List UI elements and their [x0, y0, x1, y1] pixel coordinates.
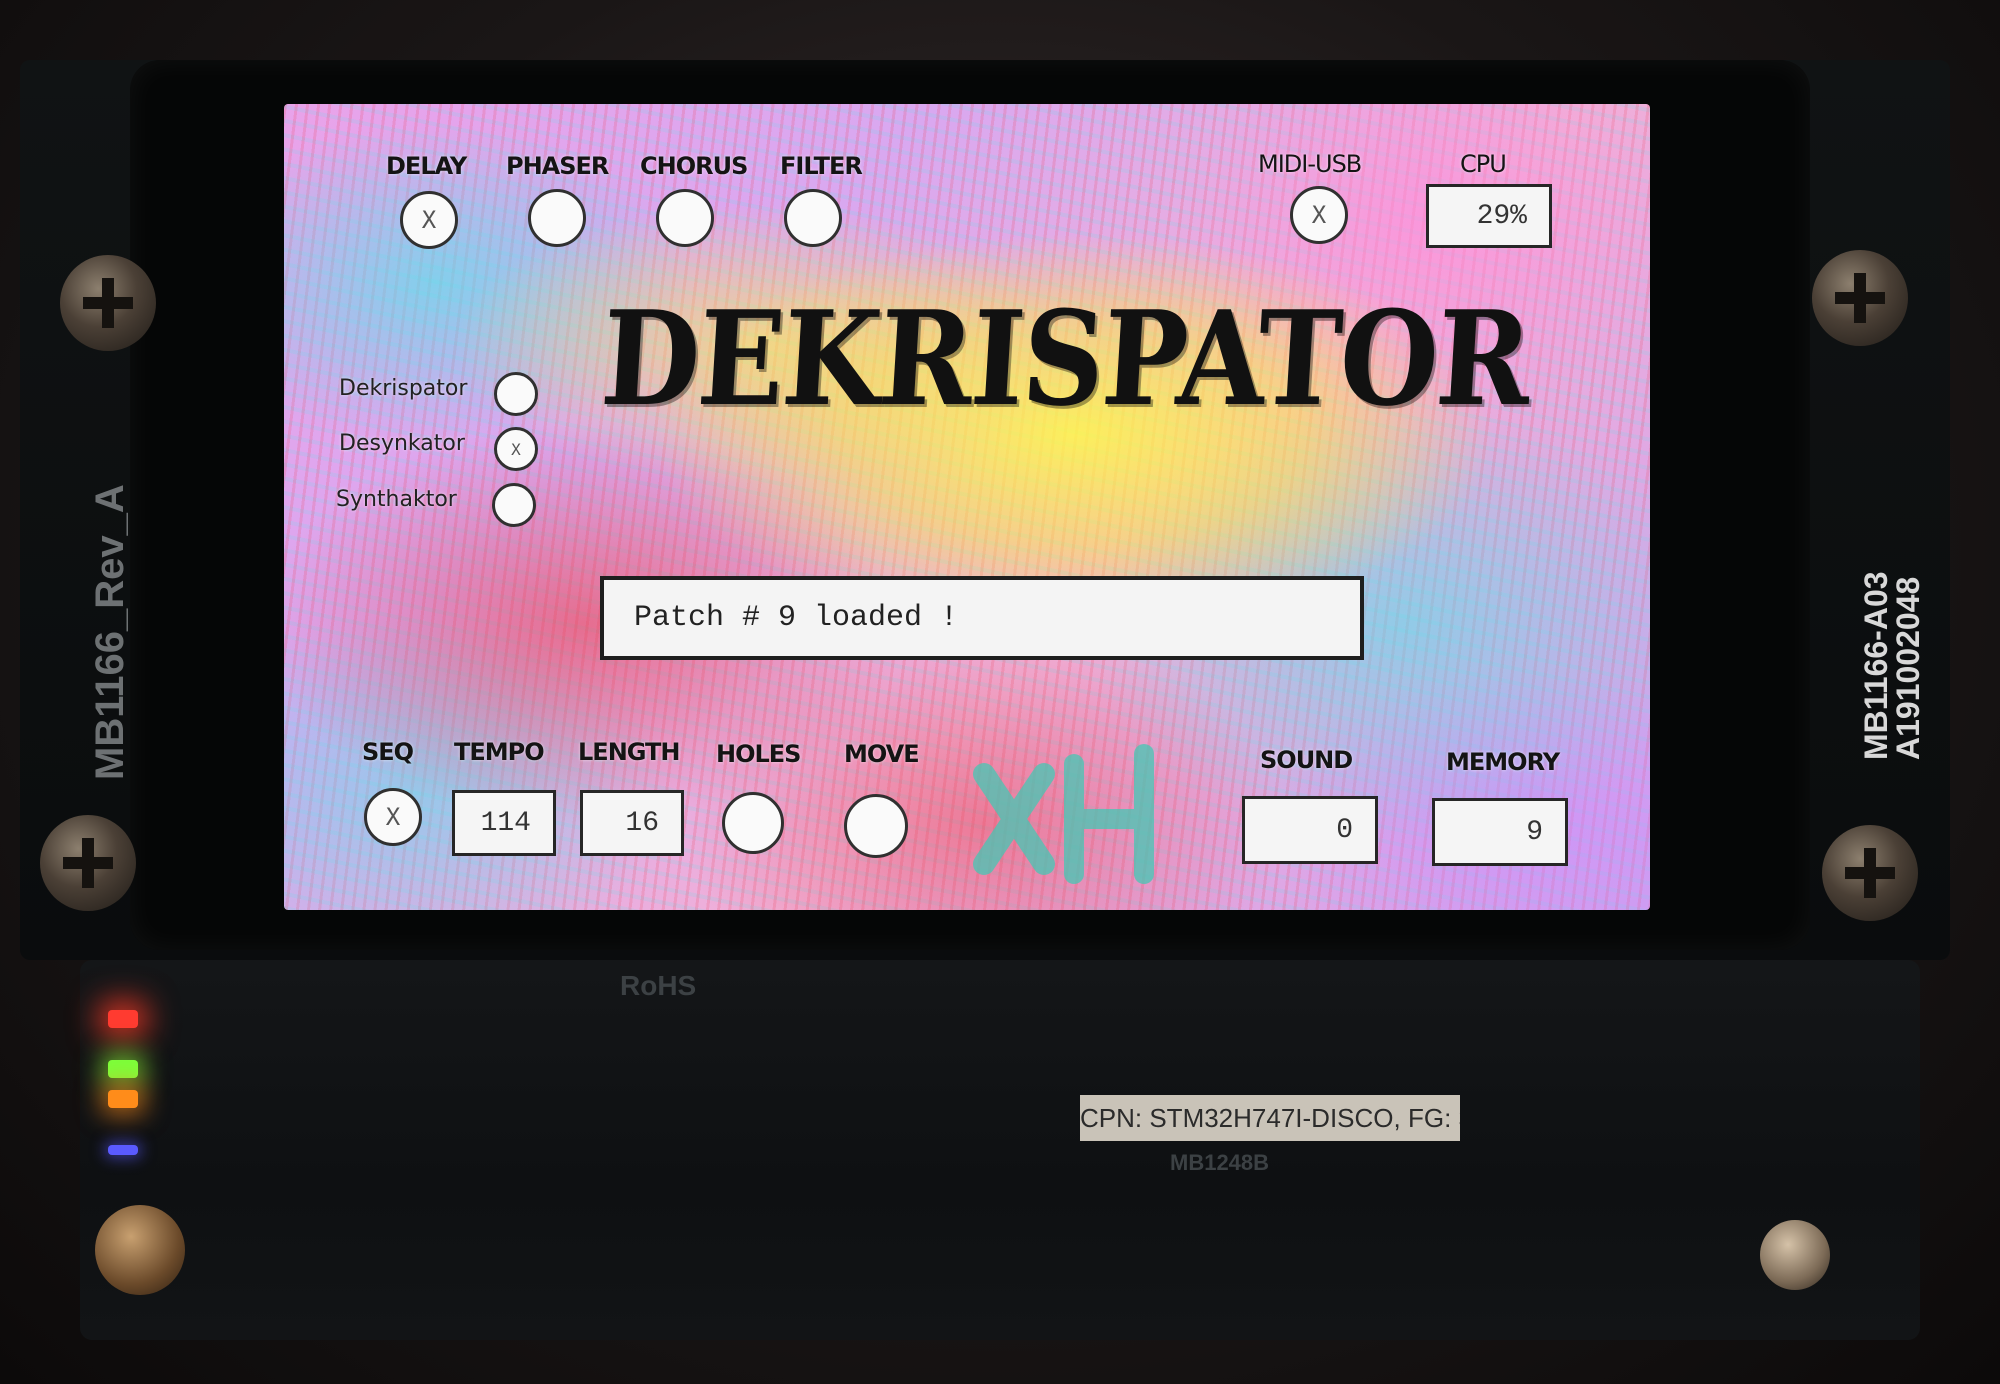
led-green: [108, 1060, 138, 1078]
filter-toggle[interactable]: [784, 189, 842, 247]
board-silk-left: MB1166_Rev_A: [88, 484, 132, 780]
led-red: [108, 1010, 138, 1028]
mode-radio-desynkator[interactable]: X: [494, 427, 538, 471]
move-toggle[interactable]: [844, 794, 908, 858]
pcb-code: MB1248B: [1170, 1150, 1270, 1175]
sound-value[interactable]: 0: [1242, 796, 1378, 864]
cpu-readout: 29%: [1426, 184, 1552, 248]
pcb-board: RoHS CPN: STM32H747I-DISCO, FG: 32H747ID…: [80, 960, 1920, 1340]
user-button[interactable]: [1760, 1220, 1830, 1290]
move-label: MOVE: [844, 740, 920, 768]
chorus-label: CHORUS: [640, 152, 748, 180]
screw-icon: [40, 815, 136, 911]
memory-value[interactable]: 9: [1432, 798, 1568, 866]
mode-label-synthaktor: Synthaktor: [336, 487, 457, 512]
reset-button[interactable]: [95, 1205, 185, 1295]
memory-label: MEMORY: [1446, 748, 1560, 776]
holes-label: HOLES: [716, 740, 801, 768]
mode-radio-dekrispator[interactable]: [494, 372, 538, 416]
midi-usb-label: MIDI-USB: [1258, 150, 1362, 178]
mode-label-dekrispator: Dekrispator: [339, 376, 468, 401]
touch-screen: DELAY X PHASER CHORUS FILTER MIDI-USB X …: [284, 104, 1650, 910]
status-message: Patch # 9 loaded !: [600, 576, 1364, 660]
board-silk-right-2: A191002048: [1890, 576, 1926, 760]
board-sticker: CPN: STM32H747I-DISCO, FG: 32H747IDISCOI: [1080, 1095, 1460, 1141]
seq-toggle[interactable]: X: [364, 788, 422, 846]
screw-icon: [1812, 250, 1908, 346]
holes-toggle[interactable]: [722, 792, 784, 854]
graffiti-logo-icon: [973, 744, 1154, 884]
chorus-toggle[interactable]: [656, 189, 714, 247]
sound-label: SOUND: [1260, 746, 1353, 774]
app-title: DEKRISPATOR: [597, 282, 1534, 435]
phaser-toggle[interactable]: [528, 189, 586, 247]
filter-label: FILTER: [780, 152, 863, 180]
length-value[interactable]: 16: [580, 790, 684, 856]
delay-toggle[interactable]: X: [400, 191, 458, 249]
screw-icon: [60, 255, 156, 351]
led-blue: [108, 1145, 138, 1155]
tempo-value[interactable]: 114: [452, 790, 556, 856]
length-label: LENGTH: [578, 738, 681, 766]
delay-label: DELAY: [386, 152, 467, 180]
seq-label: SEQ: [362, 738, 414, 766]
phaser-label: PHASER: [506, 152, 609, 180]
led-orange: [108, 1090, 138, 1108]
cpu-label: CPU: [1460, 150, 1507, 178]
midi-usb-toggle[interactable]: X: [1290, 186, 1348, 244]
mode-radio-synthaktor[interactable]: [492, 483, 536, 527]
mode-label-desynkator: Desynkator: [339, 431, 465, 456]
screw-icon: [1822, 825, 1918, 921]
rohs-mark: RoHS: [620, 970, 697, 1001]
tempo-label: TEMPO: [454, 738, 545, 766]
